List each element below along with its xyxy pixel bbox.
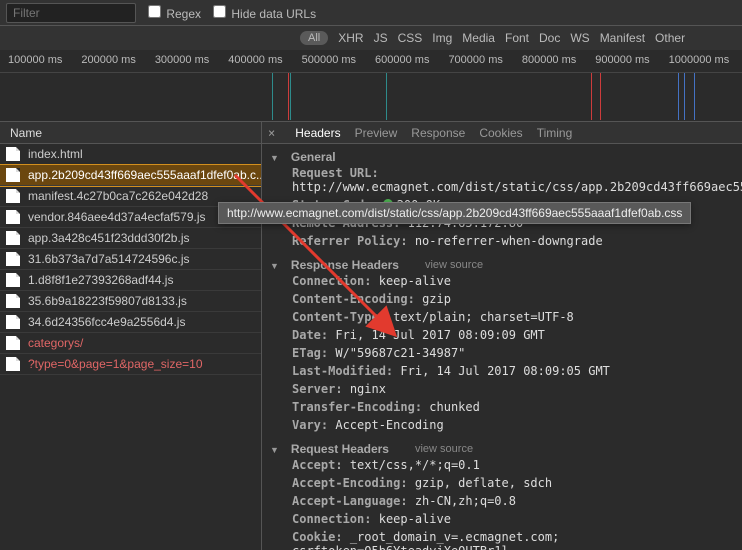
filter-other[interactable]: Other [655, 31, 685, 45]
file-icon [6, 210, 20, 224]
request-url-value: http://www.ecmagnet.com/dist/static/css/… [292, 180, 742, 194]
view-source-link[interactable]: view source [425, 259, 483, 271]
filter-css[interactable]: CSS [398, 31, 423, 45]
filter-manifest[interactable]: Manifest [600, 31, 645, 45]
request-name: 31.6b373a7d7a514724596c.js [28, 252, 189, 266]
file-icon [6, 273, 20, 287]
tab-cookies[interactable]: Cookies [479, 126, 522, 140]
hide-data-urls-checkbox[interactable] [213, 5, 226, 18]
tab-timing[interactable]: Timing [537, 126, 573, 140]
file-icon [6, 294, 20, 308]
filter-js[interactable]: JS [374, 31, 388, 45]
referrer-policy-value: no-referrer-when-downgrade [415, 234, 603, 248]
url-tooltip: http://www.ecmagnet.com/dist/static/css/… [218, 202, 691, 224]
tab-response[interactable]: Response [411, 126, 465, 140]
regex-checkbox[interactable] [148, 5, 161, 18]
file-icon [6, 336, 20, 350]
request-row[interactable]: ?type=0&page=1&page_size=10 [0, 354, 261, 375]
hide-data-urls-label[interactable]: Hide data URLs [213, 5, 316, 21]
file-icon [6, 168, 20, 182]
request-name: 35.6b9a18223f59807d8133.js [28, 294, 187, 308]
details-pane: × Headers Preview Response Cookies Timin… [262, 122, 742, 550]
details-tabs: × Headers Preview Response Cookies Timin… [262, 122, 742, 144]
request-row[interactable]: categorys/ [0, 333, 261, 354]
request-row[interactable]: 34.6d24356fcc4e9a2556d4.js [0, 312, 261, 333]
filter-img[interactable]: Img [432, 31, 452, 45]
section-response-headers-title[interactable]: Response Headers view source [270, 258, 742, 272]
file-icon [6, 315, 20, 329]
request-name: 34.6d24356fcc4e9a2556d4.js [28, 315, 185, 329]
request-name: ?type=0&page=1&page_size=10 [28, 357, 203, 371]
request-row[interactable]: app.2b209cd43ff669aec555aaaf1dfef0ab.c..… [0, 165, 261, 186]
request-name: manifest.4c27b0ca7c262e042d28 [28, 189, 208, 203]
view-source-link[interactable]: view source [415, 443, 473, 455]
file-icon [6, 231, 20, 245]
filter-xhr[interactable]: XHR [338, 31, 363, 45]
regex-checkbox-label[interactable]: Regex [148, 5, 201, 21]
timeline-graph [0, 72, 742, 120]
tab-preview[interactable]: Preview [355, 126, 398, 140]
section-general-title[interactable]: General [270, 150, 742, 164]
request-name: app.2b209cd43ff669aec555aaaf1dfef0ab.c..… [28, 168, 261, 182]
column-header-name[interactable]: Name [0, 122, 261, 144]
content-type-value: text/plain; charset=UTF-8 [393, 310, 574, 324]
section-request-headers-title[interactable]: Request Headers view source [270, 442, 742, 456]
request-row[interactable]: 31.6b373a7d7a514724596c.js [0, 249, 261, 270]
request-name: app.3a428c451f23ddd30f2b.js [28, 231, 189, 245]
request-row[interactable]: app.3a428c451f23ddd30f2b.js [0, 228, 261, 249]
filter-all[interactable]: All [300, 31, 328, 45]
filter-input[interactable] [6, 3, 136, 23]
file-list: index.html app.2b209cd43ff669aec555aaaf1d… [0, 144, 261, 375]
filter-media[interactable]: Media [462, 31, 495, 45]
requests-pane: Name index.html app.2b209cd43ff669aec555a… [0, 122, 262, 550]
network-toolbar: Regex Hide data URLs [0, 0, 742, 26]
request-name: vendor.846aee4d37a4ecfaf579.js [28, 210, 206, 224]
filter-ws[interactable]: WS [570, 31, 589, 45]
request-name: index.html [28, 147, 83, 161]
request-name: categorys/ [28, 336, 83, 350]
file-icon [6, 252, 20, 266]
file-icon [6, 357, 20, 371]
file-icon [6, 147, 20, 161]
request-row[interactable]: 1.d8f8f1e27393268adf44.js [0, 270, 261, 291]
section-general: General Request URL: http://www.ecmagnet… [262, 144, 742, 252]
close-icon[interactable]: × [268, 126, 275, 140]
section-request-headers: Request Headers view source Accept: text… [262, 436, 742, 550]
request-row[interactable]: 35.6b9a18223f59807d8133.js [0, 291, 261, 312]
filter-type-row: All XHR JS CSS Img Media Font Doc WS Man… [0, 26, 742, 50]
file-icon [6, 189, 20, 203]
filter-font[interactable]: Font [505, 31, 529, 45]
tab-headers[interactable]: Headers [295, 126, 340, 140]
timeline[interactable]: 100000 ms 200000 ms 300000 ms 400000 ms … [0, 50, 742, 122]
request-name: 1.d8f8f1e27393268adf44.js [28, 273, 173, 287]
filter-doc[interactable]: Doc [539, 31, 560, 45]
timeline-labels: 100000 ms 200000 ms 300000 ms 400000 ms … [0, 50, 742, 68]
section-response-headers: Response Headers view source Connection:… [262, 252, 742, 436]
request-row[interactable]: index.html [0, 144, 261, 165]
